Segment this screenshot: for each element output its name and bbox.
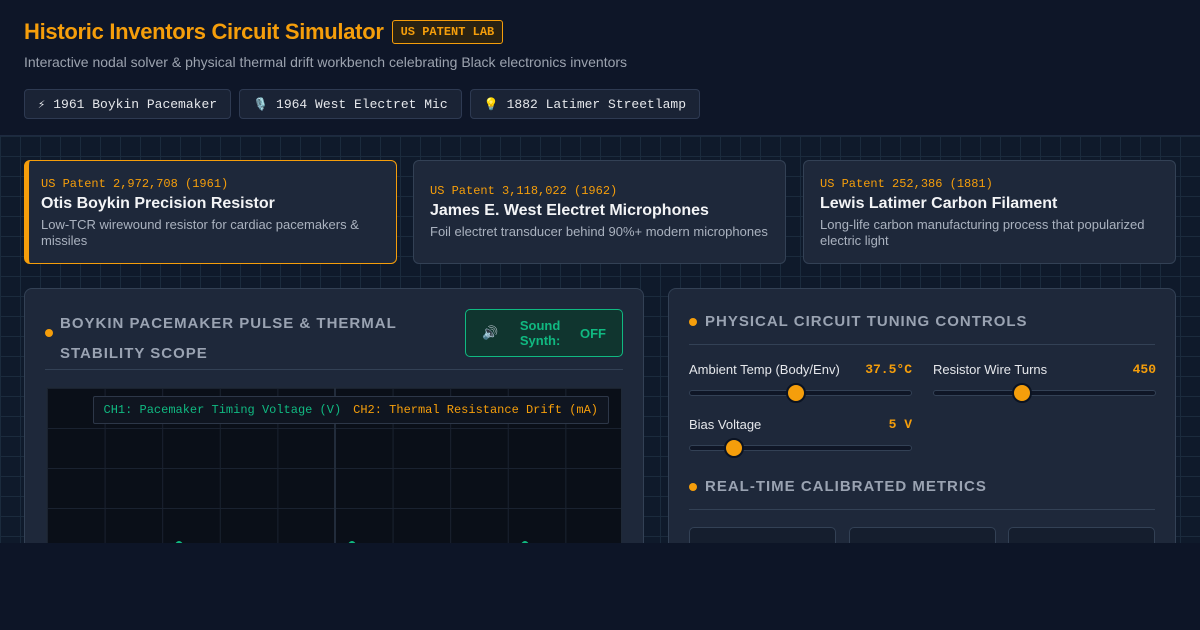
divider (45, 369, 623, 370)
divider (689, 344, 1155, 345)
app-subtitle: Interactive nodal solver & physical ther… (24, 54, 627, 70)
inventor-name: Lewis Latimer Carbon Filament (820, 195, 1159, 213)
oscilloscope-display: CH1: Pacemaker Timing Voltage (V) CH2: T… (46, 387, 622, 543)
app-header: Historic Inventors Circuit Simulator US … (0, 0, 1200, 136)
controls-title: PHYSICAL CIRCUIT TUNING CONTROLS (705, 307, 1028, 337)
preset-button-boykin-pacemaker[interactable]: ⚡ 1961 Boykin Pacemaker (24, 89, 231, 119)
scope-trace (47, 388, 623, 543)
lightbulb-icon: 💡 (484, 97, 499, 112)
inventor-description: Long-life carbon manufacturing process t… (820, 217, 1159, 249)
sound-synth-state: OFF (580, 326, 606, 341)
status-dot-icon (45, 329, 53, 337)
patent-lab-badge: US PATENT LAB (392, 20, 504, 44)
preset-label: 1964 West Electret Mic (276, 97, 448, 112)
preset-button-west-electret-mic[interactable]: 🎙️ 1964 West Electret Mic (239, 89, 462, 119)
page-background (0, 543, 1200, 630)
preset-label: 1882 Latimer Streetlamp (507, 97, 686, 112)
ambient-temp-value: 37.5°C (865, 362, 912, 377)
bias-voltage-value: 5 V (889, 417, 912, 432)
bias-voltage-slider-thumb[interactable] (724, 438, 744, 458)
metrics-header: REAL-TIME CALIBRATED METRICS (689, 472, 987, 502)
inventor-name: James E. West Electret Microphones (430, 202, 769, 220)
preset-label: 1961 Boykin Pacemaker (53, 97, 217, 112)
patent-number: US Patent 3,118,022 (1962) (430, 184, 769, 198)
inventor-description: Foil electret transducer behind 90%+ mod… (430, 224, 769, 240)
patent-number: US Patent 2,972,708 (1961) (41, 177, 380, 191)
ambient-temp-slider[interactable] (689, 390, 912, 396)
inventor-name: Otis Boykin Precision Resistor (41, 195, 380, 213)
ambient-temp-slider-thumb[interactable] (786, 383, 806, 403)
wire-turns-value: 450 (1133, 362, 1156, 377)
bias-voltage-label: Bias Voltage (689, 417, 761, 432)
ambient-temp-label: Ambient Temp (Body/Env) (689, 362, 840, 377)
scope-title: BOYKIN PACEMAKER PULSE & THERMAL STABILI… (60, 309, 405, 369)
metric-card (689, 527, 836, 543)
inventor-card-west[interactable]: US Patent 3,118,022 (1962) James E. West… (413, 160, 786, 264)
controls-panel: PHYSICAL CIRCUIT TUNING CONTROLS Ambient… (668, 288, 1176, 543)
wire-turns-label: Resistor Wire Turns (933, 362, 1047, 377)
bias-voltage-control: Bias Voltage 5 V (689, 417, 912, 451)
patent-number: US Patent 252,386 (1881) (820, 177, 1159, 191)
workbench-area: US Patent 2,972,708 (1961) Otis Boykin P… (0, 136, 1200, 543)
wire-turns-slider-thumb[interactable] (1012, 383, 1032, 403)
sound-synth-label: Sound Synth: (518, 318, 562, 348)
preset-bar: ⚡ 1961 Boykin Pacemaker 🎙️ 1964 West Ele… (24, 89, 700, 119)
app-title: Historic Inventors Circuit Simulator (24, 19, 384, 45)
metrics-title: REAL-TIME CALIBRATED METRICS (705, 472, 987, 502)
status-dot-icon (689, 483, 697, 491)
scope-panel: BOYKIN PACEMAKER PULSE & THERMAL STABILI… (24, 288, 644, 543)
sound-synth-toggle[interactable]: 🔊 Sound Synth: OFF (465, 309, 623, 357)
wire-turns-control: Resistor Wire Turns 450 (933, 362, 1156, 396)
wire-turns-slider[interactable] (933, 390, 1156, 396)
preset-button-latimer-streetlamp[interactable]: 💡 1882 Latimer Streetlamp (470, 89, 700, 119)
title-row: Historic Inventors Circuit Simulator US … (24, 19, 503, 45)
divider (689, 509, 1155, 510)
metric-card (849, 527, 996, 543)
microphone-icon: 🎙️ (253, 97, 268, 112)
ambient-temp-control: Ambient Temp (Body/Env) 37.5°C (689, 362, 912, 396)
inventor-card-boykin[interactable]: US Patent 2,972,708 (1961) Otis Boykin P… (24, 160, 397, 264)
metric-card (1008, 527, 1155, 543)
scope-header: BOYKIN PACEMAKER PULSE & THERMAL STABILI… (45, 309, 405, 369)
inventor-card-latimer[interactable]: US Patent 252,386 (1881) Lewis Latimer C… (803, 160, 1176, 264)
lightning-icon: ⚡ (38, 97, 45, 112)
status-dot-icon (689, 318, 697, 326)
bias-voltage-slider[interactable] (689, 445, 912, 451)
controls-header: PHYSICAL CIRCUIT TUNING CONTROLS (689, 307, 1028, 337)
speaker-icon: 🔊 (482, 325, 498, 341)
inventor-description: Low-TCR wirewound resistor for cardiac p… (41, 217, 380, 249)
